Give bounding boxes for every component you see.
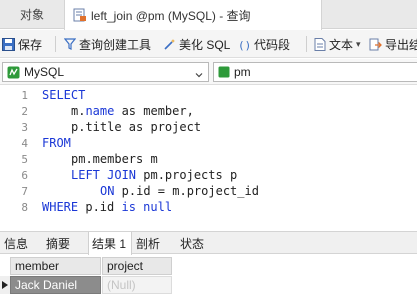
database-select-value: pm [234, 65, 251, 79]
tab-result-1-label: 结果 1 [92, 237, 127, 251]
sql-editor[interactable]: 1 2 3 4 5 6 7 8 SELECT m.name as member,… [0, 86, 417, 229]
code-line-3: p.title as project [71, 120, 201, 134]
mysql-connection-icon [7, 66, 20, 79]
code-line-2: m.name as member, [71, 104, 194, 118]
connection-bar: MySQL pm [0, 59, 417, 85]
filter-icon [64, 38, 76, 50]
tab-bar: 对象 left_join @pm (MySQL) - 查询 [0, 0, 417, 30]
dropdown-arrow-icon: ▾ [356, 38, 361, 49]
save-icon [2, 37, 15, 51]
code-line-6: LEFT JOIN pm.projects p [71, 168, 237, 182]
sql-keyword: LEFT JOIN [71, 168, 137, 182]
code-line-5: pm.members m [71, 152, 158, 166]
beautify-sql-label: 美化 SQL [179, 37, 231, 52]
sql-keyword: ON [100, 184, 115, 198]
line-number-gutter: 1 2 3 4 5 6 7 8 [0, 86, 32, 229]
query-builder-label: 查询创建工具 [79, 37, 152, 52]
text-menu-button[interactable]: 文本 ▾ [314, 30, 361, 58]
magic-wand-icon [163, 38, 176, 51]
sql-keyword: is null [121, 200, 173, 214]
line-number: 5 [21, 153, 28, 166]
tab-summary[interactable]: 摘要 [46, 232, 80, 254]
tab-objects-label: 对象 [19, 8, 44, 22]
tab-info-label: 信息 [4, 236, 29, 251]
code-token-highlight: name [85, 104, 115, 118]
tab-objects[interactable]: 对象 [0, 0, 64, 29]
table-cell-member[interactable]: Jack Daniel [10, 276, 101, 294]
query-icon [73, 8, 87, 22]
line-number: 6 [21, 169, 28, 182]
code-line-8: WHERE p.id is null [42, 200, 172, 214]
code-line-4: FROM [42, 136, 71, 150]
code-token: p.id [78, 200, 122, 214]
result-grid[interactable]: member project Jack Daniel (Null) [0, 255, 417, 301]
code-snippet-button[interactable]: () 代码段 [238, 30, 290, 58]
code-token: pm.projects p [136, 168, 238, 182]
cell-null-value: (Null) [107, 278, 136, 292]
cell-value: Jack Daniel [15, 278, 78, 292]
export-result-label: 导出结 [385, 37, 417, 52]
toolbar-divider [55, 36, 56, 52]
tab-query[interactable]: left_join @pm (MySQL) - 查询 [64, 0, 322, 30]
connection-select[interactable]: MySQL [2, 62, 209, 82]
sql-keyword: FROM [42, 136, 71, 150]
database-icon [218, 66, 230, 78]
sql-keyword: WHERE [42, 200, 79, 214]
line-number: 2 [21, 105, 28, 118]
svg-text:(): () [238, 39, 251, 51]
code-line-7: ON p.id = m.project_id [100, 184, 259, 198]
tab-profile[interactable]: 剖析 [136, 232, 170, 254]
export-result-button[interactable]: 导出结 [369, 30, 417, 58]
code-token: pm.members m [71, 152, 158, 166]
column-header-label: member [15, 259, 60, 273]
code-token: m. [71, 104, 86, 118]
line-number: 3 [21, 121, 28, 134]
column-header-label: project [107, 259, 144, 273]
line-number: 7 [21, 185, 28, 198]
export-icon [369, 38, 382, 51]
text-menu-label: 文本 [329, 37, 354, 52]
tab-status-label: 状态 [180, 236, 205, 251]
save-button[interactable]: 保存 [2, 30, 42, 58]
line-number: 8 [21, 201, 28, 214]
current-row-arrow-icon [2, 278, 8, 292]
row-indicator[interactable] [0, 276, 10, 294]
beautify-sql-button[interactable]: 美化 SQL [163, 30, 230, 58]
sql-keyword: SELECT [42, 88, 86, 102]
code-token: p.title as project [71, 120, 202, 134]
tab-info[interactable]: 信息 [4, 232, 38, 254]
toolbar: 保存 查询创建工具 美化 SQL () 代码段 文本 ▾ 导出结 [0, 30, 417, 58]
column-header-project[interactable]: project [102, 257, 172, 275]
save-label: 保存 [18, 37, 43, 52]
toolbar-divider [306, 36, 307, 52]
line-number: 4 [21, 137, 28, 150]
query-builder-button[interactable]: 查询创建工具 [64, 30, 151, 58]
result-tabs: 信息 摘要 结果 1 剖析 状态 [0, 231, 417, 255]
connection-select-value: MySQL [24, 65, 65, 79]
document-icon [314, 37, 326, 51]
line-number: 1 [21, 89, 28, 102]
tab-query-label: left_join @pm (MySQL) - 查询 [91, 8, 251, 23]
code-token: p.id = m.project_id [114, 184, 259, 198]
tab-summary-label: 摘要 [46, 236, 71, 251]
code-snippet-label: 代码段 [254, 37, 291, 52]
database-select[interactable]: pm [213, 62, 417, 82]
tab-status[interactable]: 状态 [180, 232, 214, 254]
chevron-down-icon [195, 68, 203, 82]
braces-icon: () [238, 38, 251, 51]
table-cell-project[interactable]: (Null) [102, 276, 172, 294]
code-line-1: SELECT [42, 88, 85, 102]
tab-profile-label: 剖析 [136, 236, 161, 251]
column-header-member[interactable]: member [10, 257, 101, 275]
tab-result-1[interactable]: 结果 1 [88, 232, 132, 255]
code-token: as member, [114, 104, 194, 118]
